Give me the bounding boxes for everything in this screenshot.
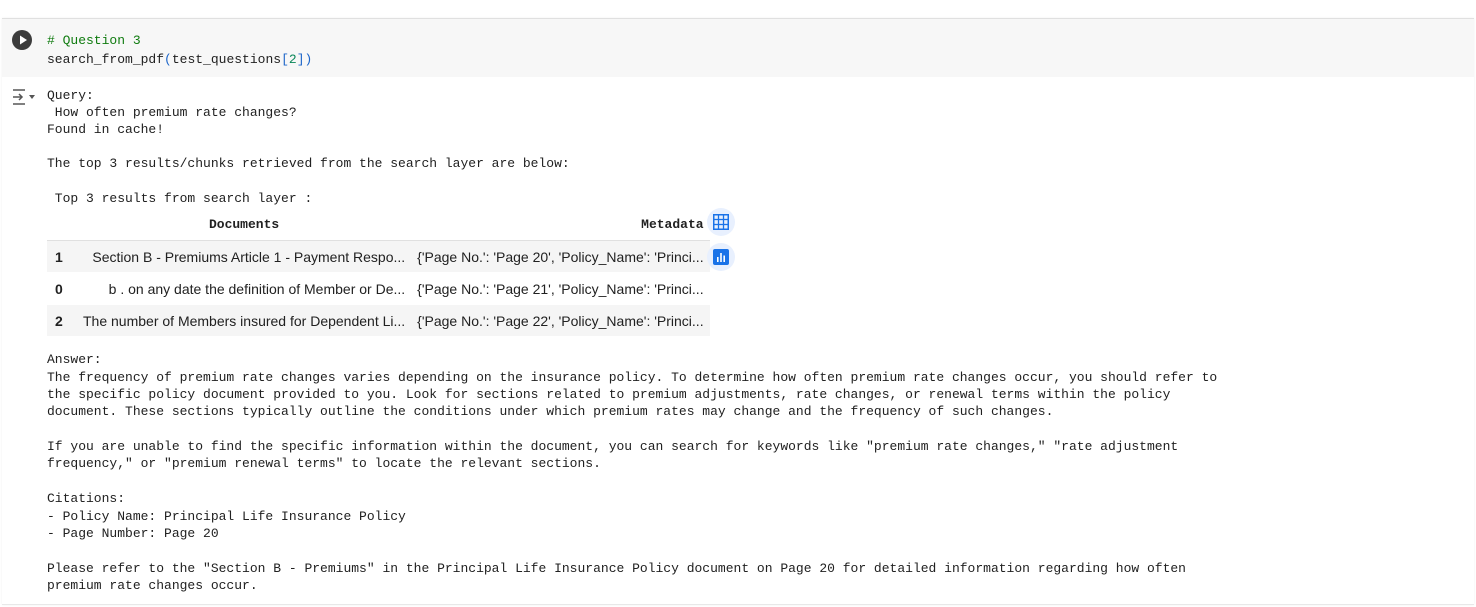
bar-chart-icon (713, 249, 729, 265)
header-index (47, 209, 77, 241)
code-comment: # Question 3 (47, 33, 141, 48)
row-index: 0 (47, 272, 77, 305)
row-document: The number of Members insured for Depend… (77, 304, 412, 337)
header-metadata: Metadata (411, 209, 710, 241)
run-cell-button[interactable] (12, 30, 32, 50)
row-document: Section B - Premiums Article 1 - Payment… (77, 240, 412, 273)
results-table: Documents Metadata 1 Section B - Premium… (47, 209, 710, 337)
code-close: ]) (296, 52, 313, 67)
table-row: 2 The number of Members insured for Depe… (47, 304, 710, 337)
row-index: 2 (47, 304, 77, 337)
row-index: 1 (47, 240, 77, 273)
cache-status: Found in cache! (47, 122, 165, 137)
answer-line: The frequency of premium rate changes va… (47, 370, 1218, 385)
row-metadata: {'Page No.': 'Page 20', 'Policy_Name': '… (411, 240, 710, 273)
code-index: 2 (288, 52, 297, 67)
output-collapse-icon (13, 89, 35, 105)
answer-line: the specific policy document provided to… (47, 387, 1171, 402)
table-title: Top 3 results from search layer : (47, 191, 313, 206)
suggest-charts-button[interactable] (707, 243, 735, 271)
results-intro: The top 3 results/chunks retrieved from … (47, 156, 570, 171)
citation-item: - Policy Name: Principal Life Insurance … (47, 509, 406, 524)
closing-line: Please refer to the "Section B - Premium… (47, 561, 1186, 576)
table-grid-icon (713, 214, 729, 230)
code-text[interactable]: # Question 3 search_from_pdf(test_questi… (47, 31, 312, 69)
row-document: b . on any date the definition of Member… (77, 272, 412, 305)
code-open-paren: ( (164, 52, 172, 67)
query-label: Query: (47, 88, 94, 103)
play-circle-icon (20, 35, 27, 45)
code-arg: test_questions (171, 52, 282, 67)
code-function: search_from_pdf (47, 52, 165, 67)
closing-line: premium rate changes occur. (47, 578, 258, 593)
answer-line: If you are unable to find the specific i… (47, 439, 1179, 454)
header-documents: Documents (77, 209, 412, 241)
code-editor[interactable]: # Question 3 search_from_pdf(test_questi… (2, 19, 1474, 77)
convert-to-table-button[interactable] (707, 208, 735, 236)
citation-item: - Page Number: Page 20 (47, 526, 219, 541)
query-text: How often premium rate changes? (47, 105, 297, 120)
row-metadata: {'Page No.': 'Page 21', 'Policy_Name': '… (411, 272, 710, 305)
citations-label: Citations: (47, 491, 126, 506)
output-toggle-button[interactable] (12, 88, 36, 106)
answer-line: document. These sections typically outli… (47, 404, 1054, 419)
table-header-row: Documents Metadata (47, 209, 710, 241)
table-row: 1 Section B - Premiums Article 1 - Payme… (47, 240, 710, 273)
code-open-bracket: [ (281, 52, 289, 67)
answer-label: Answer: (47, 352, 102, 367)
notebook-cell: # Question 3 search_from_pdf(test_questi… (2, 18, 1474, 605)
table-row: 0 b . on any date the definition of Memb… (47, 272, 710, 305)
answer-line: frequency," or "premium renewal terms" t… (47, 456, 601, 471)
row-metadata: {'Page No.': 'Page 22', 'Policy_Name': '… (411, 304, 710, 337)
